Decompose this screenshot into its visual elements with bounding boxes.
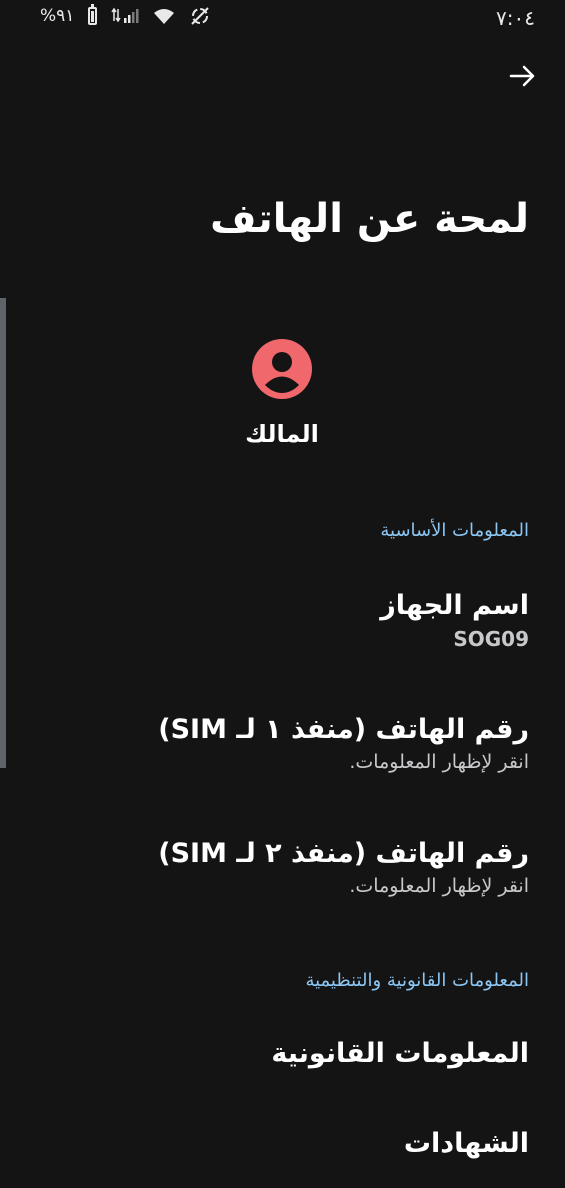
certifications-item[interactable]: الشهادات (404, 1128, 529, 1159)
item-title: رقم الهاتف (منفذ ١ لـ SIM) (158, 714, 529, 745)
status-icons: %٩١ (40, 4, 211, 26)
item-title: رقم الهاتف (منفذ ٢ لـ SIM) (158, 838, 529, 869)
status-bar: %٩١ ٧:٠٤ (0, 0, 565, 36)
owner-label: المالك (245, 420, 319, 448)
item-subtitle: انقر لإظهار المعلومات. (349, 875, 529, 897)
section-header-basic-info: المعلومات الأساسية (380, 520, 529, 541)
device-name-item[interactable]: اسم الجهاز SOG09 (380, 590, 529, 651)
signal-icon (111, 7, 139, 25)
item-title: المعلومات القانونية (271, 1038, 529, 1069)
item-title: الشهادات (403, 1128, 529, 1159)
status-time: ٧:٠٤ (496, 6, 535, 30)
legal-info-item[interactable]: المعلومات القانونية (271, 1038, 529, 1069)
item-subtitle: انقر لإظهار المعلومات. (349, 751, 529, 773)
item-subtitle: SOG09 (453, 627, 529, 651)
battery-icon (88, 4, 98, 25)
phone-number-sim2-item[interactable]: رقم الهاتف (منفذ ٢ لـ SIM) انقر لإظهار ا… (158, 838, 529, 897)
data-saver-icon (189, 6, 211, 26)
section-header-legal-info: المعلومات القانونية والتنظيمية (305, 970, 529, 991)
arrow-right-icon (509, 65, 535, 87)
phone-number-sim1-item[interactable]: رقم الهاتف (منفذ ١ لـ SIM) انقر لإظهار ا… (158, 714, 529, 773)
scrollbar[interactable] (0, 298, 6, 768)
wifi-icon (153, 7, 175, 25)
page-title: لمحة عن الهاتف (210, 196, 529, 242)
avatar-icon (252, 339, 312, 399)
item-title: اسم الجهاز (380, 590, 529, 621)
owner-profile[interactable]: المالك (220, 338, 344, 448)
back-button[interactable] (507, 60, 539, 92)
battery-percent: %٩١ (40, 6, 75, 26)
